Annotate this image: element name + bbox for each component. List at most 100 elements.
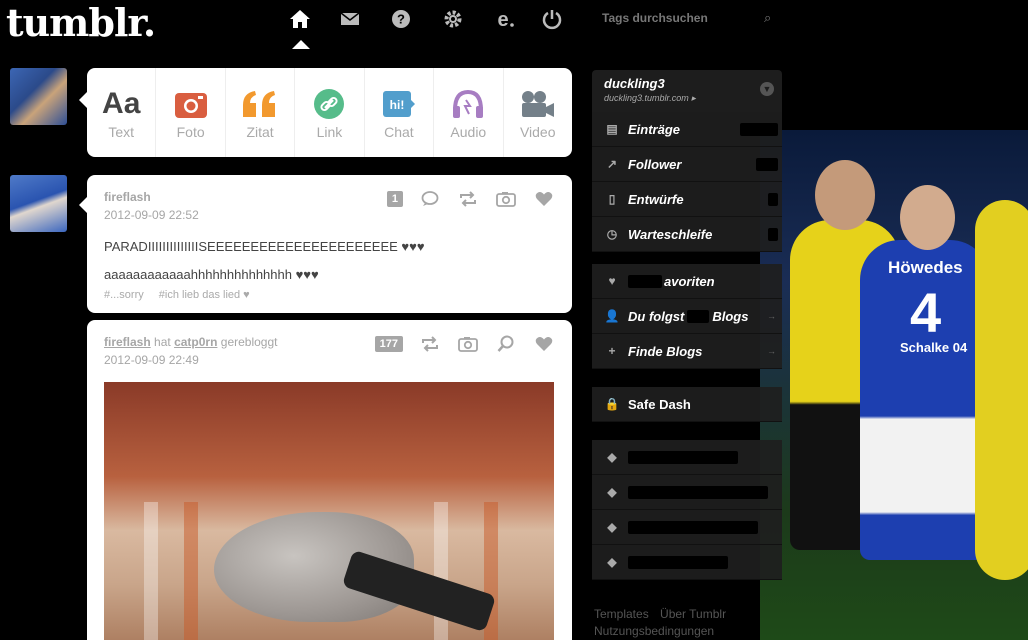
post-type-photo[interactable]: Foto <box>156 68 226 157</box>
tag-link[interactable]: #...sorry <box>104 289 144 301</box>
active-nav-indicator <box>292 40 310 49</box>
sidebar-item-tracked-tag[interactable]: ◆ <box>592 440 782 475</box>
tag-icon: ◆ <box>607 555 617 569</box>
reply-icon[interactable] <box>419 189 441 209</box>
player-yellow-right <box>975 200 1028 580</box>
redacted-count <box>768 192 778 206</box>
home-icon[interactable] <box>289 8 311 30</box>
sidebar-item-followers[interactable]: ↗ Follower <box>592 147 782 182</box>
post-tags: #...sorry #ich lieb das lied ♥ <box>104 289 262 301</box>
post-type-link[interactable]: Link <box>295 68 365 157</box>
post-text-line: PARADIIIIIIIIIIIIIISEEEEEEEEEEEEEEEEEEEE… <box>104 239 425 254</box>
sidebar-item-tracked-tag[interactable]: ◆ <box>592 545 782 580</box>
post-date[interactable]: 2012-09-09 22:49 <box>104 353 199 367</box>
draft-icon: ▯ <box>608 192 616 206</box>
avatar[interactable] <box>10 68 67 125</box>
add-person-icon: + <box>608 344 616 358</box>
post-type-chat[interactable]: hi! Chat <box>365 68 435 157</box>
reblog-icon[interactable] <box>457 189 479 209</box>
quote-icon <box>241 86 279 122</box>
redacted-count <box>740 122 778 136</box>
sidebar-item-safe-dash[interactable]: 🔒 Safe Dash <box>592 387 782 422</box>
footer-link-terms[interactable]: Nutzungsbedingungen <box>594 623 734 640</box>
note-count[interactable]: 1 <box>386 191 403 207</box>
footer-link-templates[interactable]: Templates <box>594 607 649 621</box>
avatar[interactable] <box>10 175 67 232</box>
arrow-icon: → <box>767 311 776 321</box>
sidebar-group-social: ♥ avoriten 👤 Du folgst Blogs → + Finde B… <box>592 264 782 369</box>
redacted-text <box>628 450 738 464</box>
arrow-icon: → <box>767 346 776 356</box>
blog-name[interactable]: duckling3 <box>604 76 770 91</box>
redacted-text <box>628 485 768 499</box>
post-type-quote[interactable]: Zitat <box>226 68 296 157</box>
new-post-bar: Aa Text Foto Zitat Link hi! Chat Audio V… <box>79 68 572 157</box>
sidebar-item-favorites[interactable]: ♥ avoriten <box>592 264 782 299</box>
redacted-text <box>628 520 758 534</box>
sidebar-group-safe: 🔒 Safe Dash <box>592 387 782 422</box>
sidebar-item-drafts[interactable]: ▯ Entwürfe <box>592 182 782 217</box>
blog-url[interactable]: duckling3.tumblr.com ▸ <box>604 93 770 104</box>
document-icon: ▤ <box>606 122 618 136</box>
lock-icon: 🔒 <box>604 397 620 411</box>
post-type-text[interactable]: Aa Text <box>87 68 157 157</box>
help-icon[interactable]: ? <box>390 8 412 30</box>
like-icon[interactable] <box>533 189 555 209</box>
headphones-icon <box>451 86 485 122</box>
chat-icon: hi! <box>382 86 416 122</box>
reblog-attribution: fireflash hat catp0rn gerebloggt <box>104 335 278 349</box>
sidebar-group-blog: ▤ Einträge ↗ Follower ▯ Entwürfe ◷ Warte… <box>592 112 782 252</box>
post-photo[interactable] <box>104 382 554 640</box>
chevron-down-icon[interactable]: ▼ <box>760 82 774 96</box>
footer-link-about[interactable]: Über Tumblr <box>660 607 726 621</box>
sidebar-item-tracked-tag[interactable]: ◆ <box>592 510 782 545</box>
background-photo: Höwedes 4 Schalke 04 <box>760 130 1028 640</box>
dashboard-sidebar: duckling3 duckling3.tumblr.com ▸ ▼ ▤ Ein… <box>592 70 782 580</box>
search-icon[interactable]: ⌕ <box>764 10 771 26</box>
photo-icon[interactable] <box>495 189 517 209</box>
power-icon[interactable] <box>541 8 563 30</box>
gear-icon[interactable] <box>442 8 464 30</box>
post-date[interactable]: 2012-09-09 22:52 <box>104 208 199 222</box>
tumblr-logo[interactable]: tumblr. <box>6 0 156 45</box>
post-author[interactable]: fireflash <box>104 190 151 204</box>
e-icon[interactable]: e <box>493 8 515 31</box>
redacted-count <box>768 227 778 241</box>
post: fireflash hat catp0rn gerebloggt 2012-09… <box>87 320 572 640</box>
post-author[interactable]: fireflash <box>104 335 151 349</box>
blog-selector[interactable]: duckling3 duckling3.tumblr.com ▸ ▼ <box>592 70 782 112</box>
tag-icon: ◆ <box>607 450 617 464</box>
mail-icon[interactable] <box>339 8 361 30</box>
footer: Templates Über Tumblr Nutzungsbedingunge… <box>594 606 734 640</box>
like-icon[interactable] <box>533 334 555 354</box>
reblog-source[interactable]: catp0rn <box>174 335 217 349</box>
tag-icon: ◆ <box>607 520 617 534</box>
zoom-icon[interactable] <box>495 334 517 354</box>
clock-icon: ◷ <box>606 227 618 241</box>
tag-icon: ◆ <box>607 485 617 499</box>
jersey-sponsor: Schalke 04 <box>900 340 968 355</box>
post-controls: 177 <box>374 334 555 354</box>
sidebar-item-posts[interactable]: ▤ Einträge <box>592 112 782 147</box>
reblog-icon[interactable] <box>419 334 441 354</box>
sidebar-item-find-blogs[interactable]: + Finde Blogs → <box>592 334 782 369</box>
photo-icon[interactable] <box>457 334 479 354</box>
player-head <box>900 185 955 250</box>
post-type-audio[interactable]: Audio <box>434 68 504 157</box>
redacted-count <box>756 157 778 171</box>
tag-search-input[interactable] <box>598 6 780 30</box>
note-count[interactable]: 177 <box>374 336 403 352</box>
camera-icon <box>174 86 208 122</box>
redacted-count <box>687 309 710 323</box>
sidebar-item-following[interactable]: 👤 Du folgst Blogs → <box>592 299 782 334</box>
sidebar-item-tracked-tag[interactable]: ◆ <box>592 475 782 510</box>
svg-text:?: ? <box>397 12 405 27</box>
player-head <box>815 160 875 230</box>
post-type-video[interactable]: Video <box>504 68 572 157</box>
svg-text:hi!: hi! <box>390 98 405 112</box>
tag-link[interactable]: #ich lieb das lied ♥ <box>159 289 250 301</box>
post-text-line: aaaaaaaaaaaahhhhhhhhhhhhhh ♥♥♥ <box>104 267 319 282</box>
jersey-number: 4 <box>910 281 942 344</box>
sidebar-item-queue[interactable]: ◷ Warteschleife <box>592 217 782 252</box>
link-icon <box>313 86 345 122</box>
